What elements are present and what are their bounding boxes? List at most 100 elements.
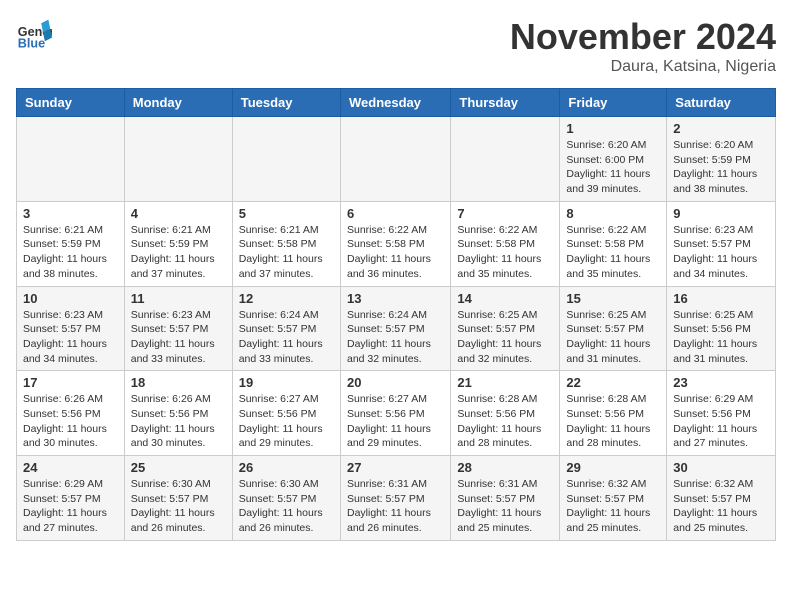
- calendar-cell: 9 Sunrise: 6:23 AM Sunset: 5:57 PM Daylig…: [667, 201, 776, 286]
- day-info: Sunrise: 6:22 AM Sunset: 5:58 PM Dayligh…: [347, 223, 444, 282]
- calendar-cell: 8 Sunrise: 6:22 AM Sunset: 5:58 PM Daylig…: [560, 201, 667, 286]
- day-number: 20: [347, 375, 444, 390]
- calendar-week-row: 1 Sunrise: 6:20 AM Sunset: 6:00 PM Daylig…: [17, 117, 776, 202]
- day-info: Sunrise: 6:24 AM Sunset: 5:57 PM Dayligh…: [239, 308, 334, 367]
- day-info: Sunrise: 6:23 AM Sunset: 5:57 PM Dayligh…: [131, 308, 226, 367]
- calendar-cell: 10 Sunrise: 6:23 AM Sunset: 5:57 PM Dayli…: [17, 286, 125, 371]
- day-info: Sunrise: 6:22 AM Sunset: 5:58 PM Dayligh…: [457, 223, 553, 282]
- day-info: Sunrise: 6:21 AM Sunset: 5:59 PM Dayligh…: [23, 223, 118, 282]
- day-info: Sunrise: 6:23 AM Sunset: 5:57 PM Dayligh…: [673, 223, 769, 282]
- calendar-cell: 22 Sunrise: 6:28 AM Sunset: 5:56 PM Dayli…: [560, 371, 667, 456]
- month-title: November 2024: [510, 16, 776, 58]
- svg-text:Blue: Blue: [18, 37, 45, 51]
- calendar-cell: 30 Sunrise: 6:32 AM Sunset: 5:57 PM Dayli…: [667, 456, 776, 541]
- day-number: 7: [457, 206, 553, 221]
- day-number: 12: [239, 291, 334, 306]
- day-info: Sunrise: 6:27 AM Sunset: 5:56 PM Dayligh…: [239, 392, 334, 451]
- day-number: 27: [347, 460, 444, 475]
- calendar-cell: 19 Sunrise: 6:27 AM Sunset: 5:56 PM Dayli…: [232, 371, 340, 456]
- day-info: Sunrise: 6:31 AM Sunset: 5:57 PM Dayligh…: [457, 477, 553, 536]
- weekday-header: Thursday: [451, 89, 560, 117]
- day-info: Sunrise: 6:30 AM Sunset: 5:57 PM Dayligh…: [131, 477, 226, 536]
- day-number: 13: [347, 291, 444, 306]
- day-number: 23: [673, 375, 769, 390]
- day-number: 22: [566, 375, 660, 390]
- calendar-cell: 26 Sunrise: 6:30 AM Sunset: 5:57 PM Dayli…: [232, 456, 340, 541]
- day-info: Sunrise: 6:23 AM Sunset: 5:57 PM Dayligh…: [23, 308, 118, 367]
- day-number: 29: [566, 460, 660, 475]
- calendar-cell: 18Sunrise: 6:26 AM Sunset: 5:56 PM Dayli…: [124, 371, 232, 456]
- calendar-week-row: 24 Sunrise: 6:29 AM Sunset: 5:57 PM Dayli…: [17, 456, 776, 541]
- day-info: Sunrise: 6:24 AM Sunset: 5:57 PM Dayligh…: [347, 308, 444, 367]
- calendar-cell: 15Sunrise: 6:25 AM Sunset: 5:57 PM Dayli…: [560, 286, 667, 371]
- calendar-week-row: 17 Sunrise: 6:26 AM Sunset: 5:56 PM Dayli…: [17, 371, 776, 456]
- calendar-cell: 16 Sunrise: 6:25 AM Sunset: 5:56 PM Dayli…: [667, 286, 776, 371]
- day-number: 3: [23, 206, 118, 221]
- day-info: Sunrise: 6:21 AM Sunset: 5:58 PM Dayligh…: [239, 223, 334, 282]
- day-info: Sunrise: 6:29 AM Sunset: 5:56 PM Dayligh…: [673, 392, 769, 451]
- day-number: 5: [239, 206, 334, 221]
- calendar-cell: 20 Sunrise: 6:27 AM Sunset: 5:56 PM Dayli…: [340, 371, 450, 456]
- weekday-header: Tuesday: [232, 89, 340, 117]
- day-number: 24: [23, 460, 118, 475]
- day-number: 30: [673, 460, 769, 475]
- logo: General Blue: [16, 16, 52, 52]
- page-header: General Blue November 2024 Daura, Katsin…: [16, 16, 776, 76]
- calendar-cell: 27 Sunrise: 6:31 AM Sunset: 5:57 PM Dayli…: [340, 456, 450, 541]
- day-number: 16: [673, 291, 769, 306]
- calendar-cell: [340, 117, 450, 202]
- calendar-cell: 29Sunrise: 6:32 AM Sunset: 5:57 PM Dayli…: [560, 456, 667, 541]
- weekday-header-row: SundayMondayTuesdayWednesdayThursdayFrid…: [17, 89, 776, 117]
- day-number: 11: [131, 291, 226, 306]
- day-info: Sunrise: 6:21 AM Sunset: 5:59 PM Dayligh…: [131, 223, 226, 282]
- day-info: Sunrise: 6:32 AM Sunset: 5:57 PM Dayligh…: [673, 477, 769, 536]
- calendar-cell: [232, 117, 340, 202]
- calendar-cell: [124, 117, 232, 202]
- day-number: 26: [239, 460, 334, 475]
- calendar-cell: 7 Sunrise: 6:22 AM Sunset: 5:58 PM Daylig…: [451, 201, 560, 286]
- day-info: Sunrise: 6:26 AM Sunset: 5:56 PM Dayligh…: [131, 392, 226, 451]
- day-info: Sunrise: 6:29 AM Sunset: 5:57 PM Dayligh…: [23, 477, 118, 536]
- weekday-header: Saturday: [667, 89, 776, 117]
- day-number: 21: [457, 375, 553, 390]
- day-info: Sunrise: 6:25 AM Sunset: 5:57 PM Dayligh…: [457, 308, 553, 367]
- day-info: Sunrise: 6:25 AM Sunset: 5:56 PM Dayligh…: [673, 308, 769, 367]
- day-info: Sunrise: 6:28 AM Sunset: 5:56 PM Dayligh…: [457, 392, 553, 451]
- title-area: November 2024 Daura, Katsina, Nigeria: [510, 16, 776, 76]
- day-number: 9: [673, 206, 769, 221]
- day-number: 1: [566, 121, 660, 136]
- calendar-cell: 12 Sunrise: 6:24 AM Sunset: 5:57 PM Dayli…: [232, 286, 340, 371]
- logo-icon: General Blue: [16, 16, 52, 52]
- weekday-header: Friday: [560, 89, 667, 117]
- calendar-table: SundayMondayTuesdayWednesdayThursdayFrid…: [16, 88, 776, 541]
- weekday-header: Wednesday: [340, 89, 450, 117]
- calendar-cell: [451, 117, 560, 202]
- calendar-cell: 1 Sunrise: 6:20 AM Sunset: 6:00 PM Daylig…: [560, 117, 667, 202]
- day-number: 28: [457, 460, 553, 475]
- calendar-cell: 23 Sunrise: 6:29 AM Sunset: 5:56 PM Dayli…: [667, 371, 776, 456]
- day-info: Sunrise: 6:22 AM Sunset: 5:58 PM Dayligh…: [566, 223, 660, 282]
- day-number: 19: [239, 375, 334, 390]
- day-info: Sunrise: 6:25 AM Sunset: 5:57 PM Dayligh…: [566, 308, 660, 367]
- day-number: 10: [23, 291, 118, 306]
- day-info: Sunrise: 6:28 AM Sunset: 5:56 PM Dayligh…: [566, 392, 660, 451]
- calendar-cell: 28 Sunrise: 6:31 AM Sunset: 5:57 PM Dayli…: [451, 456, 560, 541]
- day-number: 17: [23, 375, 118, 390]
- day-info: Sunrise: 6:27 AM Sunset: 5:56 PM Dayligh…: [347, 392, 444, 451]
- day-number: 4: [131, 206, 226, 221]
- calendar-cell: 24 Sunrise: 6:29 AM Sunset: 5:57 PM Dayli…: [17, 456, 125, 541]
- calendar-cell: 11 Sunrise: 6:23 AM Sunset: 5:57 PM Dayli…: [124, 286, 232, 371]
- day-info: Sunrise: 6:20 AM Sunset: 6:00 PM Dayligh…: [566, 138, 660, 197]
- calendar-week-row: 3 Sunrise: 6:21 AM Sunset: 5:59 PM Daylig…: [17, 201, 776, 286]
- day-info: Sunrise: 6:30 AM Sunset: 5:57 PM Dayligh…: [239, 477, 334, 536]
- weekday-header: Sunday: [17, 89, 125, 117]
- day-number: 8: [566, 206, 660, 221]
- calendar-cell: 14Sunrise: 6:25 AM Sunset: 5:57 PM Dayli…: [451, 286, 560, 371]
- day-info: Sunrise: 6:20 AM Sunset: 5:59 PM Dayligh…: [673, 138, 769, 197]
- calendar-cell: 6Sunrise: 6:22 AM Sunset: 5:58 PM Daylig…: [340, 201, 450, 286]
- day-info: Sunrise: 6:31 AM Sunset: 5:57 PM Dayligh…: [347, 477, 444, 536]
- calendar-week-row: 10 Sunrise: 6:23 AM Sunset: 5:57 PM Dayli…: [17, 286, 776, 371]
- calendar-cell: 13 Sunrise: 6:24 AM Sunset: 5:57 PM Dayli…: [340, 286, 450, 371]
- weekday-header: Monday: [124, 89, 232, 117]
- calendar-cell: 4 Sunrise: 6:21 AM Sunset: 5:59 PM Daylig…: [124, 201, 232, 286]
